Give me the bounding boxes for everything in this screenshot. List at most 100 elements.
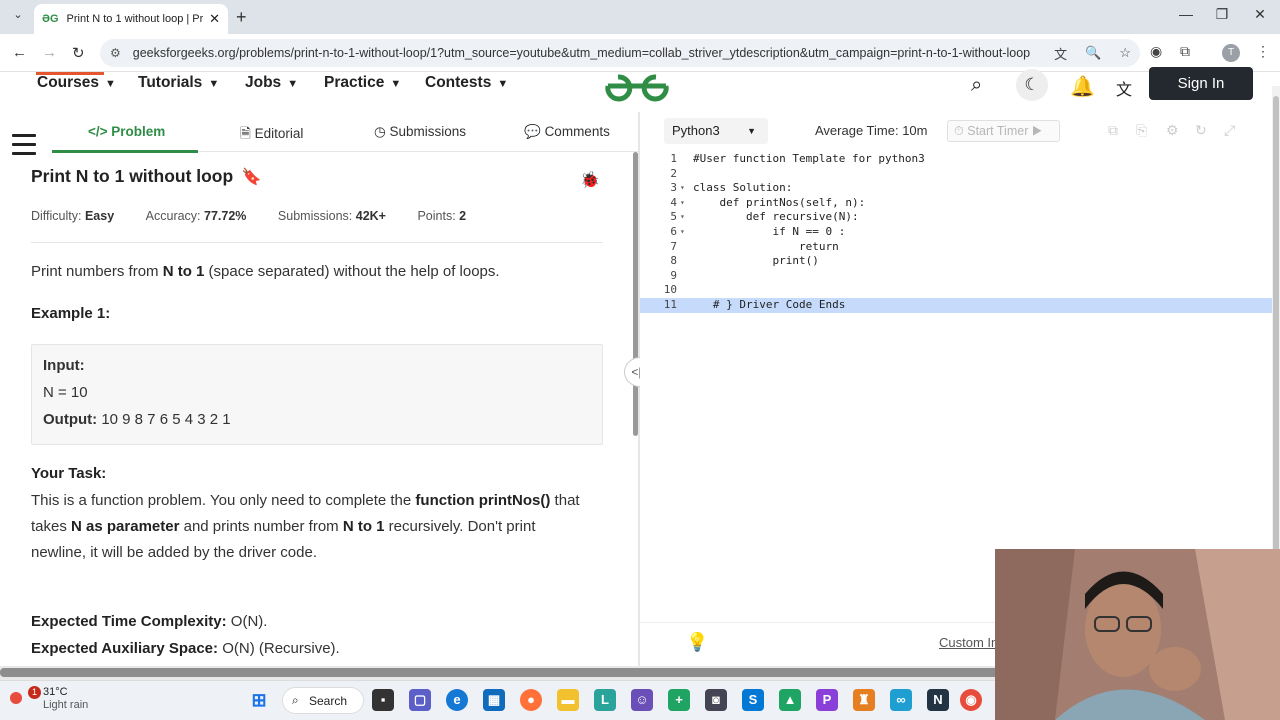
url-field[interactable]: ⚙ geeksforgeeks.org/problems/print-n-to-… xyxy=(100,39,1140,67)
store-icon[interactable]: ▦ xyxy=(483,689,505,711)
code-line[interactable]: 2 xyxy=(640,167,1274,182)
teams-icon[interactable]: ▢ xyxy=(409,689,431,711)
profile-avatar[interactable]: T xyxy=(1222,44,1240,62)
code-line[interactable]: 11 # } Driver Code Ends xyxy=(640,298,1274,313)
problem-header: Print N to 1 without loop 🔖 xyxy=(31,166,605,187)
notification-bell-icon[interactable]: 🔔 xyxy=(1070,74,1095,99)
app-loop-icon[interactable]: ∞ xyxy=(890,689,912,711)
app-l-icon[interactable]: L xyxy=(594,689,616,711)
camera-icon[interactable]: ◙ xyxy=(705,689,727,711)
nav-tutorials[interactable]: Tutorials ▼ xyxy=(138,74,219,92)
nav-jobs[interactable]: Jobs ▼ xyxy=(245,74,298,92)
extension-color-icon[interactable]: ◉ xyxy=(1150,43,1162,60)
copy-icon[interactable]: ⧉ xyxy=(1108,122,1118,139)
chevron-down-icon: ▼ xyxy=(208,78,220,90)
code-line[interactable]: 1 #User function Template for python3 xyxy=(640,152,1274,167)
app-p-icon[interactable]: P xyxy=(816,689,838,711)
tab-editorial[interactable]: 🗎 Editorial xyxy=(240,124,303,147)
windows-start-icon[interactable]: ⊞ xyxy=(248,689,270,711)
tab-search-icon[interactable]: ⌄ xyxy=(8,8,28,26)
custom-input-link[interactable]: Custom In xyxy=(939,635,998,650)
hamburger-menu-icon[interactable] xyxy=(12,134,36,156)
fold-arrow-icon[interactable]: ▾ xyxy=(680,196,685,211)
line-number: 1 xyxy=(670,152,677,165)
line-number: 6 xyxy=(670,225,677,238)
input-label: Input: xyxy=(43,357,85,374)
line-number: 9 xyxy=(670,268,677,282)
bookmark-icon[interactable]: 🔖 xyxy=(242,169,262,186)
active-tab-underline xyxy=(52,150,198,153)
forward-icon[interactable]: → xyxy=(42,44,57,61)
app-plus-icon[interactable]: + xyxy=(668,689,690,711)
report-bug-icon[interactable]: 🐞 xyxy=(580,170,600,190)
start-timer-button[interactable]: ⏱ Start Timer ▶ xyxy=(947,120,1060,142)
task-description: This is a function problem. You only nee… xyxy=(31,492,580,561)
lightbulb-icon[interactable]: 💡 xyxy=(686,632,708,653)
code-line[interactable]: 3 ▾ class Solution: xyxy=(640,181,1274,196)
firefox-icon[interactable]: ● xyxy=(520,689,542,711)
fullscreen-icon[interactable]: ⤢ xyxy=(1224,122,1235,139)
maximize-button[interactable]: ❐ xyxy=(1202,6,1242,23)
app-s-icon[interactable]: S xyxy=(742,689,764,711)
chrome-icon[interactable]: ◉ xyxy=(960,689,982,711)
average-time: Average Time: 10m xyxy=(815,123,928,138)
expected-space: Expected Auxiliary Space: O(N) (Recursiv… xyxy=(31,640,340,657)
new-tab-button[interactable]: + xyxy=(236,7,247,28)
site-info-icon[interactable]: ⚙ xyxy=(110,46,121,60)
translate-site-icon[interactable]: 文 xyxy=(1116,76,1132,100)
tab-comments[interactable]: 💬 Comments xyxy=(524,124,610,140)
task-view-icon[interactable]: ▪ xyxy=(372,689,394,711)
zoom-icon[interactable]: 🔍 xyxy=(1085,45,1101,61)
translate-icon[interactable]: 文 xyxy=(1054,44,1067,63)
app-chart-icon[interactable]: ♜ xyxy=(853,689,875,711)
code-line[interactable]: 10 xyxy=(640,283,1274,298)
dark-mode-icon[interactable]: ☾ xyxy=(1016,69,1048,101)
taskbar-search[interactable]: ⌕ Search xyxy=(282,687,364,714)
app-avatar-icon[interactable]: ☺ xyxy=(631,689,653,711)
line-number: 11 xyxy=(663,298,677,311)
close-tab-icon[interactable]: ✕ xyxy=(209,11,220,27)
line-number: 8 xyxy=(670,254,677,268)
file-explorer-icon[interactable]: ▬ xyxy=(557,689,579,711)
bookmark-star-icon[interactable]: ☆ xyxy=(1119,45,1131,61)
extensions-puzzle-icon[interactable]: ⧉ xyxy=(1180,43,1190,60)
browser-tab[interactable]: ƏG Print N to 1 without loop | Prac ✕ xyxy=(34,4,228,34)
fold-arrow-icon[interactable]: ▾ xyxy=(680,181,685,196)
divider xyxy=(31,242,603,243)
reload-icon[interactable]: ↻ xyxy=(72,44,85,62)
document-icon: 🗎 xyxy=(240,126,255,141)
minimize-button[interactable]: — xyxy=(1166,6,1206,22)
edge-icon[interactable]: e xyxy=(446,689,468,711)
code-line[interactable]: 9 xyxy=(640,269,1274,284)
google-drive-icon[interactable]: ▲ xyxy=(779,689,801,711)
dropdown-arrow-icon: ▼ xyxy=(747,126,756,136)
chevron-down-icon: ▼ xyxy=(105,78,116,90)
code-line[interactable]: 8 print() xyxy=(640,254,1274,269)
code-line[interactable]: 4 ▾ def printNos(self, n): xyxy=(640,196,1274,211)
reset-icon[interactable]: ↻ xyxy=(1195,122,1207,139)
problem-meta: Difficulty: Easy Accuracy: 77.72% Submis… xyxy=(31,209,467,223)
code-line[interactable]: 7 return xyxy=(640,240,1274,255)
chevron-down-icon: ▼ xyxy=(390,78,402,90)
code-line[interactable]: 6 ▾ if N == 0 : xyxy=(640,225,1274,240)
back-icon[interactable]: ← xyxy=(12,44,27,61)
close-window-button[interactable]: ✕ xyxy=(1240,6,1280,23)
browser-menu-icon[interactable]: ⋮ xyxy=(1256,43,1270,60)
gfg-logo[interactable] xyxy=(604,70,670,102)
clock-icon: ◷ xyxy=(374,124,390,139)
search-icon[interactable]: ⌕ xyxy=(971,74,982,97)
nav-practice[interactable]: Practice ▼ xyxy=(324,74,401,92)
nav-contests[interactable]: Contests ▼ xyxy=(425,74,508,92)
app-notion-icon[interactable]: N xyxy=(927,689,949,711)
tab-problem[interactable]: </> Problem xyxy=(88,124,165,139)
file-upload-icon[interactable]: ⎘ xyxy=(1136,122,1147,139)
sign-in-button[interactable]: Sign In xyxy=(1149,67,1253,100)
settings-icon[interactable]: ⚙ xyxy=(1166,122,1179,139)
code-line[interactable]: 5 ▾ def recursive(N): xyxy=(640,210,1274,225)
fold-arrow-icon[interactable]: ▾ xyxy=(680,210,685,225)
nav-courses[interactable]: Courses ▼ xyxy=(37,74,116,92)
fold-arrow-icon[interactable]: ▾ xyxy=(680,225,685,240)
language-select[interactable]: Python3 ▼ xyxy=(664,118,768,144)
tab-submissions[interactable]: ◷ Submissions xyxy=(374,124,466,140)
code-text: # } Driver Code Ends xyxy=(693,298,846,311)
